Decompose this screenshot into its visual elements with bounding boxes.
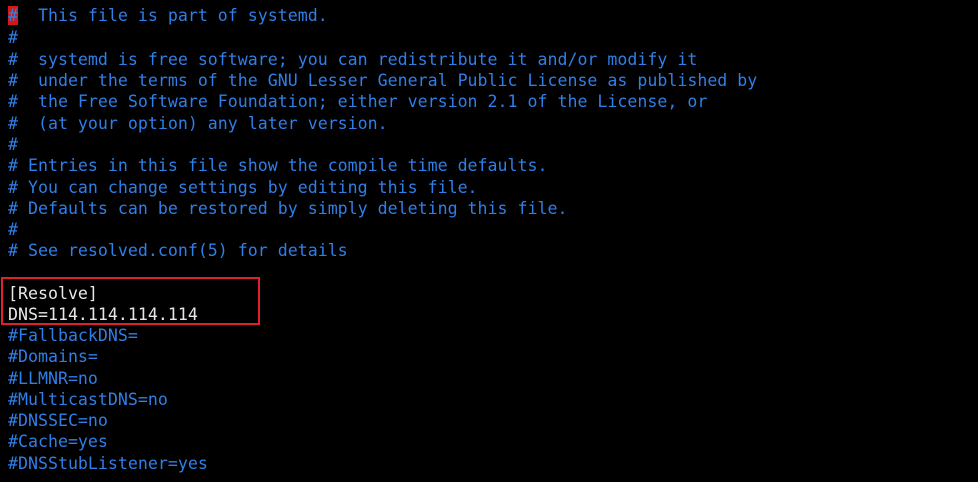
line-3: # systemd is free software; you can redi… <box>8 50 698 69</box>
line-11: # <box>8 220 18 239</box>
line-domains: #Domains= <box>8 347 98 366</box>
line-dnsstublistener: #DNSStubListener=yes <box>8 454 208 473</box>
line-7: # <box>8 135 18 154</box>
highlight-annotation-box <box>1 277 260 325</box>
line-1-text: This file is part of systemd. <box>18 6 328 25</box>
line-6: # (at your option) any later version. <box>8 114 388 133</box>
line-9: # You can change settings by editing thi… <box>8 178 478 197</box>
line-5: # the Free Software Foundation; either v… <box>8 92 708 111</box>
terminal-editor[interactable]: # This file is part of systemd. # # syst… <box>0 0 978 482</box>
line-cache: #Cache=yes <box>8 432 108 451</box>
line-8: # Entries in this file show the compile … <box>8 156 548 175</box>
line-fallbackdns: #FallbackDNS= <box>8 326 138 345</box>
line-10: # Defaults can be restored by simply del… <box>8 199 568 218</box>
line-dnssec: #DNSSEC=no <box>8 411 108 430</box>
line-12: # See resolved.conf(5) for details <box>8 241 348 260</box>
line-2: # <box>8 28 18 47</box>
text-cursor: # <box>8 6 18 25</box>
line-multicastdns: #MulticastDNS=no <box>8 390 168 409</box>
line-1: # This file is part of systemd. <box>8 5 328 26</box>
line-llmnr: #LLMNR=no <box>8 369 98 388</box>
line-4: # under the terms of the GNU Lesser Gene… <box>8 71 758 90</box>
